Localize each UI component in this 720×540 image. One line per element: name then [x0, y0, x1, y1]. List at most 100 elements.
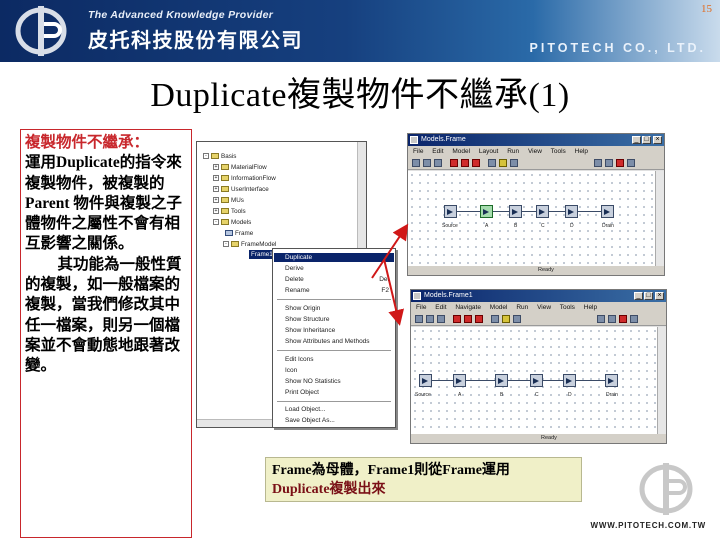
grid-icon[interactable]: [597, 315, 605, 323]
frame-window-title: Models.Frame: [421, 136, 466, 143]
copy-icon[interactable]: [491, 315, 499, 323]
save-icon[interactable]: [423, 159, 431, 167]
close-icon[interactable]: ×: [655, 292, 664, 300]
menu-item-show-origin[interactable]: Show Origin: [285, 304, 391, 313]
menu-file[interactable]: File: [413, 148, 423, 155]
menu-item-show-statistics[interactable]: Show NO Statistics: [285, 377, 391, 386]
zoom-icon[interactable]: [513, 315, 521, 323]
menu-item-duplicate[interactable]: Duplicate: [274, 253, 394, 262]
header-banner: The Advanced Knowledge Provider 皮托科技股份有限…: [0, 0, 720, 62]
stop-icon[interactable]: [450, 159, 458, 167]
menu-item-show-structure[interactable]: Show Structure: [285, 315, 391, 324]
menu-model[interactable]: Model: [490, 304, 508, 311]
menu-item-derive[interactable]: Derive: [285, 264, 391, 273]
maximize-icon[interactable]: □: [644, 292, 653, 300]
save-icon[interactable]: [426, 315, 434, 323]
paste-icon[interactable]: [502, 315, 510, 323]
menu-model[interactable]: Model: [452, 148, 470, 155]
node-source[interactable]: [419, 374, 432, 387]
tree-item-informationflow[interactable]: + InformationFlow: [213, 174, 276, 183]
menu-help[interactable]: Help: [575, 148, 588, 155]
tree-item-tools[interactable]: + Tools: [213, 207, 246, 216]
run-icon[interactable]: [464, 315, 472, 323]
help-icon[interactable]: [630, 315, 638, 323]
node-drain[interactable]: [605, 374, 618, 387]
delete-icon[interactable]: [616, 159, 624, 167]
menu-navigate[interactable]: Navigate: [455, 304, 481, 311]
menu-view[interactable]: View: [537, 304, 551, 311]
menu-file[interactable]: File: [416, 304, 426, 311]
frame1-canvas[interactable]: Source A B C D Drain: [411, 327, 659, 435]
align-icon[interactable]: [605, 159, 613, 167]
stop-icon[interactable]: [453, 315, 461, 323]
tree-item-basis[interactable]: - Basis: [203, 152, 236, 161]
print-icon[interactable]: [437, 315, 445, 323]
menu-edit[interactable]: Edit: [432, 148, 443, 155]
caption-box: Frame為母體，Frame1則從Frame運用 Duplicate複製出來: [265, 457, 582, 502]
frame-canvas[interactable]: Source A B C D Drain: [408, 171, 657, 267]
node-label: D: [568, 392, 572, 398]
tree-item-materialflow[interactable]: + MaterialFlow: [213, 163, 267, 172]
tree-item-mus[interactable]: + MUs: [213, 196, 244, 205]
paste-icon[interactable]: [499, 159, 507, 167]
menu-help[interactable]: Help: [584, 304, 597, 311]
node-c[interactable]: [536, 205, 549, 218]
menu-item-show-inheritance[interactable]: Show Inheritance: [285, 326, 391, 335]
node-label: B: [514, 223, 518, 229]
node-b[interactable]: [495, 374, 508, 387]
node-drain[interactable]: [601, 205, 614, 218]
menu-item-edit-icons[interactable]: Edit Icons: [285, 355, 391, 364]
menu-edit[interactable]: Edit: [435, 304, 446, 311]
menu-run[interactable]: Run: [507, 148, 519, 155]
open-icon[interactable]: [415, 315, 423, 323]
menu-tools[interactable]: Tools: [560, 304, 575, 311]
node-a[interactable]: [453, 374, 466, 387]
tree-item-frame[interactable]: Frame: [225, 229, 253, 238]
node-c[interactable]: [530, 374, 543, 387]
menu-item-save-object-as[interactable]: Save Object As...: [285, 416, 391, 425]
node-a[interactable]: [480, 205, 493, 218]
step-icon[interactable]: [472, 159, 480, 167]
help-icon[interactable]: [627, 159, 635, 167]
align-icon[interactable]: [608, 315, 616, 323]
minimize-icon[interactable]: _: [634, 292, 643, 300]
menu-view[interactable]: View: [528, 148, 542, 155]
maximize-icon[interactable]: □: [642, 136, 651, 144]
menu-layout[interactable]: Layout: [479, 148, 499, 155]
menu-item-print-object[interactable]: Print Object: [285, 388, 391, 397]
close-icon[interactable]: ×: [653, 136, 662, 144]
menu-tools[interactable]: Tools: [551, 148, 566, 155]
tree-item-framemodel[interactable]: - FrameModel: [223, 240, 276, 249]
open-icon[interactable]: [412, 159, 420, 167]
node-d[interactable]: [565, 205, 578, 218]
menu-item-delete[interactable]: Delete Del: [285, 275, 391, 284]
menu-item-icon[interactable]: Icon: [285, 366, 391, 375]
tree-item-selected[interactable]: Frame1: [249, 250, 275, 259]
menu-run[interactable]: Run: [516, 304, 528, 311]
menu-item-show-attributes[interactable]: Show Attributes and Methods: [285, 337, 391, 346]
minimize-icon[interactable]: _: [632, 136, 641, 144]
canvas-vertical-scrollbar[interactable]: [657, 327, 666, 435]
run-icon[interactable]: [461, 159, 469, 167]
caption-line-2: Duplicate複製出來: [272, 482, 386, 497]
canvas-vertical-scrollbar[interactable]: [655, 171, 664, 267]
zoom-icon[interactable]: [510, 159, 518, 167]
copy-icon[interactable]: [488, 159, 496, 167]
grid-icon[interactable]: [594, 159, 602, 167]
frame1-window-title: Models.Frame1: [424, 292, 473, 299]
node-d[interactable]: [563, 374, 576, 387]
delete-icon[interactable]: [619, 315, 627, 323]
step-icon[interactable]: [475, 315, 483, 323]
menu-item-rename[interactable]: Rename F2: [285, 286, 391, 295]
frame-window: Models.Frame _ □ × File Edit Model Layou…: [407, 133, 665, 276]
tree-item-userinterface[interactable]: + UserInterface: [213, 185, 269, 194]
tree-item-models[interactable]: - Models: [213, 218, 251, 227]
frame-statusbar: Ready: [408, 266, 664, 275]
menu-item-load-object[interactable]: Load Object...: [285, 405, 391, 414]
node-source[interactable]: [444, 205, 457, 218]
node-b[interactable]: [509, 205, 522, 218]
pitotech-logo-icon: [15, 6, 67, 56]
menu-separator: [277, 350, 391, 351]
print-icon[interactable]: [434, 159, 442, 167]
node-label: Drain: [606, 392, 618, 398]
